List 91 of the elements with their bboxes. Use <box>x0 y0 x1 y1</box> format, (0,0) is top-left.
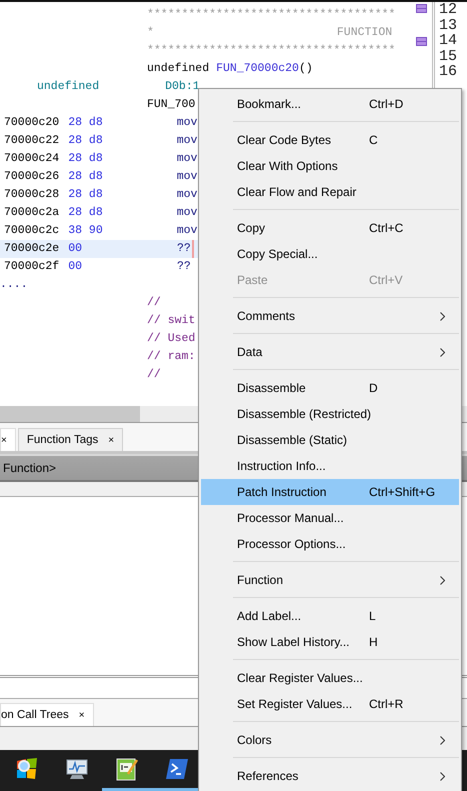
address: 70000c2e <box>4 241 60 257</box>
mnemonic: mov <box>176 115 198 131</box>
line-number: 13 <box>439 18 458 33</box>
instruction-bytes: 28 d8 <box>68 187 103 203</box>
instruction-bytes: 28 d8 <box>68 115 103 131</box>
instruction-bytes: 28 d8 <box>68 169 103 185</box>
panel-tab[interactable]: Function Tags × <box>18 428 124 451</box>
notepad-icon <box>115 756 139 782</box>
code-comment: // <box>147 367 161 383</box>
monitor-chart-icon <box>64 757 90 781</box>
chevron-right-icon <box>440 348 445 356</box>
menu-item[interactable]: References <box>201 763 459 789</box>
address: 70000c26 <box>4 169 60 185</box>
param-type: undefined <box>37 79 100 95</box>
menu-item[interactable]: Clear Flow and Repair <box>201 179 459 205</box>
menu-item[interactable]: Instruction Info... <box>201 453 459 479</box>
mnemonic: mov <box>176 223 198 239</box>
asterisk-text: * <box>147 25 154 41</box>
chevron-right-icon <box>440 772 445 780</box>
windows-orb-icon <box>14 756 40 782</box>
function-title: FUNCTION <box>336 25 392 41</box>
menu-item[interactable]: Disassemble D <box>201 375 459 401</box>
bookmark-marker-icon <box>416 37 427 46</box>
instruction-bytes: 00 <box>68 259 82 275</box>
address: 70000c2f <box>4 259 60 275</box>
close-icon[interactable]: × <box>78 710 85 720</box>
code-comment: // ram: <box>147 349 196 365</box>
mnemonic: mov <box>176 187 198 203</box>
menu-item[interactable]: Function <box>201 567 459 593</box>
address: 70000c2c <box>4 223 60 239</box>
menu-item[interactable]: Colors <box>201 727 459 753</box>
address: 70000c20 <box>4 115 60 131</box>
comment-stars: ************************************ <box>147 7 396 23</box>
line-number: 12 <box>439 2 458 18</box>
line-number: 14 <box>439 33 458 48</box>
menu-item[interactable]: Clear Code Bytes C <box>201 127 459 153</box>
parentheses: () <box>298 61 313 77</box>
line-number: 15 <box>439 48 458 64</box>
menu-item[interactable]: Patch Instruction Ctrl+Shift+G <box>201 479 459 505</box>
bookmark-marker-icon <box>416 4 427 13</box>
address: 70000c24 <box>4 151 60 167</box>
menu-item[interactable]: Set Register Values... Ctrl+R <box>201 691 459 717</box>
mnemonic: mov <box>176 133 198 149</box>
instruction-bytes: 00 <box>68 241 82 257</box>
return-type: undefined <box>147 61 210 77</box>
menu-item[interactable]: Clear With Options <box>201 153 459 179</box>
mnemonic: ?? <box>177 259 191 275</box>
mnemonic: mov <box>176 151 198 167</box>
menu-item[interactable]: Disassemble (Static) <box>201 427 459 453</box>
instruction-bytes: 28 d8 <box>68 151 103 167</box>
comment-stars: ************************************ <box>147 43 396 59</box>
menu-item[interactable]: Copy Special... <box>201 241 459 267</box>
function-label: FUN_700 <box>147 97 196 113</box>
chevron-right-icon <box>440 576 445 584</box>
instruction-bytes: 28 d8 <box>68 205 103 221</box>
address: 70000c2a <box>4 205 60 221</box>
menu-item[interactable]: Processor Options... <box>201 531 459 557</box>
menu-item[interactable]: Copy Ctrl+C <box>201 215 459 241</box>
menu-item[interactable]: Add Label... L <box>201 603 459 629</box>
tab-label: on Call Trees <box>1 709 69 721</box>
text-cursor <box>192 240 194 258</box>
menu-item[interactable]: Disassemble (Restricted) <box>201 401 459 427</box>
menu-item[interactable]: Data <box>201 339 459 365</box>
scrollbar-thumb[interactable] <box>0 406 140 422</box>
menu-item[interactable]: Clear Register Values... <box>201 665 459 691</box>
terminal-icon <box>165 758 189 780</box>
close-icon[interactable]: × <box>1 434 7 446</box>
close-icon[interactable]: × <box>108 434 114 446</box>
mnemonic: ?? <box>177 241 191 257</box>
tab-label: Function Tags <box>26 434 98 446</box>
mnemonic: mov <box>176 205 198 221</box>
menu-item[interactable]: Comments <box>201 303 459 329</box>
function-name: FUN_70000c20 <box>216 61 299 77</box>
panel-tab[interactable]: on Call Trees × <box>0 703 94 726</box>
menu-item[interactable]: Processor Manual... <box>201 505 459 531</box>
instruction-bytes: 28 d8 <box>68 133 103 149</box>
storage-location: D0b:1 <box>165 79 200 95</box>
chevron-right-icon <box>440 312 445 320</box>
address: 70000c22 <box>4 133 60 149</box>
panel-tab[interactable]: × <box>0 428 16 451</box>
code-comment: // Used <box>147 331 196 347</box>
menu-item[interactable]: Show Label History... H <box>201 629 459 655</box>
code-comment: // swit <box>147 313 196 329</box>
menu-item[interactable]: Bookmark... Ctrl+D <box>201 91 459 117</box>
address: 70000c28 <box>4 187 60 203</box>
ellipsis: .... <box>0 277 28 293</box>
mnemonic: mov <box>176 169 198 185</box>
line-number: 16 <box>439 64 458 80</box>
code-comment: // <box>147 295 161 311</box>
chevron-right-icon <box>440 736 445 744</box>
instruction-bytes: 38 90 <box>68 223 103 239</box>
